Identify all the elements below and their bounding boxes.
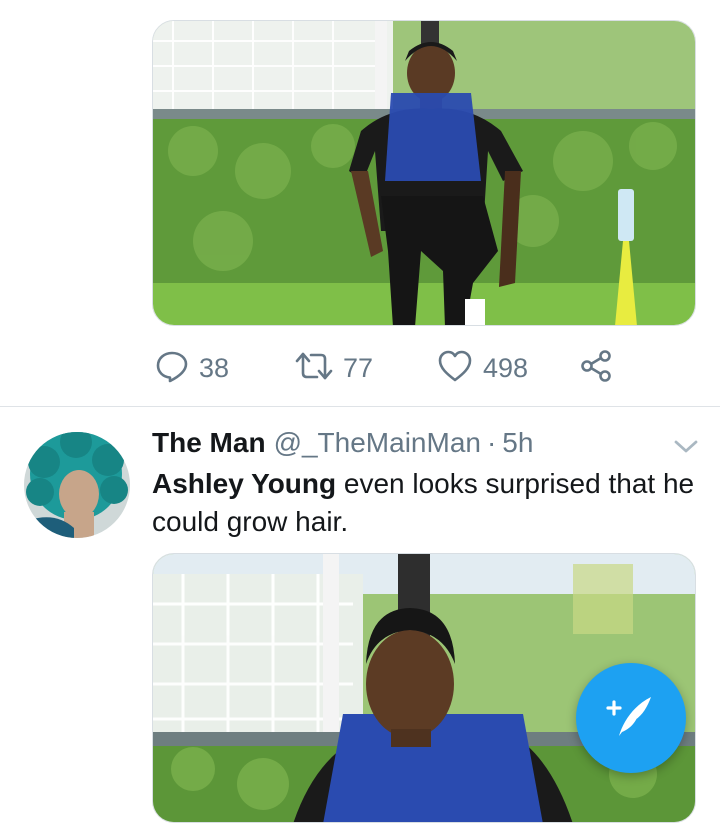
retweet-button[interactable]: 77 bbox=[293, 345, 373, 391]
reply-count: 38 bbox=[199, 352, 230, 383]
like-icon bbox=[437, 349, 473, 388]
author-name[interactable]: The Man bbox=[152, 427, 266, 459]
share-icon bbox=[579, 349, 613, 388]
separator-dot: · bbox=[486, 427, 497, 458]
tweet-photo[interactable] bbox=[152, 20, 696, 326]
photo-football-training bbox=[153, 21, 695, 325]
tweet-timestamp[interactable]: 5h bbox=[502, 427, 533, 459]
avatar[interactable] bbox=[24, 432, 130, 538]
compose-tweet-button[interactable] bbox=[576, 663, 686, 773]
tweet-divider bbox=[0, 406, 720, 407]
retweet-icon bbox=[293, 349, 335, 388]
like-button[interactable]: 498 bbox=[437, 345, 528, 391]
chevron-down-icon bbox=[672, 440, 700, 462]
author-handle[interactable]: @_TheMainMan bbox=[274, 427, 481, 459]
tweet-text: Ashley Young even looks surprised that h… bbox=[152, 465, 697, 541]
avatar-image bbox=[24, 432, 130, 538]
reply-button[interactable]: 38 bbox=[155, 345, 229, 391]
mention-name: Ashley Young bbox=[152, 468, 337, 499]
tweet-header: The Man @_TheMainMan · 5h bbox=[152, 427, 533, 463]
like-count: 498 bbox=[483, 352, 529, 383]
share-button[interactable] bbox=[579, 345, 613, 391]
tweet-menu-button[interactable] bbox=[672, 434, 700, 458]
compose-tweet-icon bbox=[603, 688, 659, 749]
reply-icon bbox=[155, 349, 189, 388]
tweet-actions: 38 77 498 bbox=[155, 345, 625, 391]
retweet-count: 77 bbox=[343, 352, 374, 383]
